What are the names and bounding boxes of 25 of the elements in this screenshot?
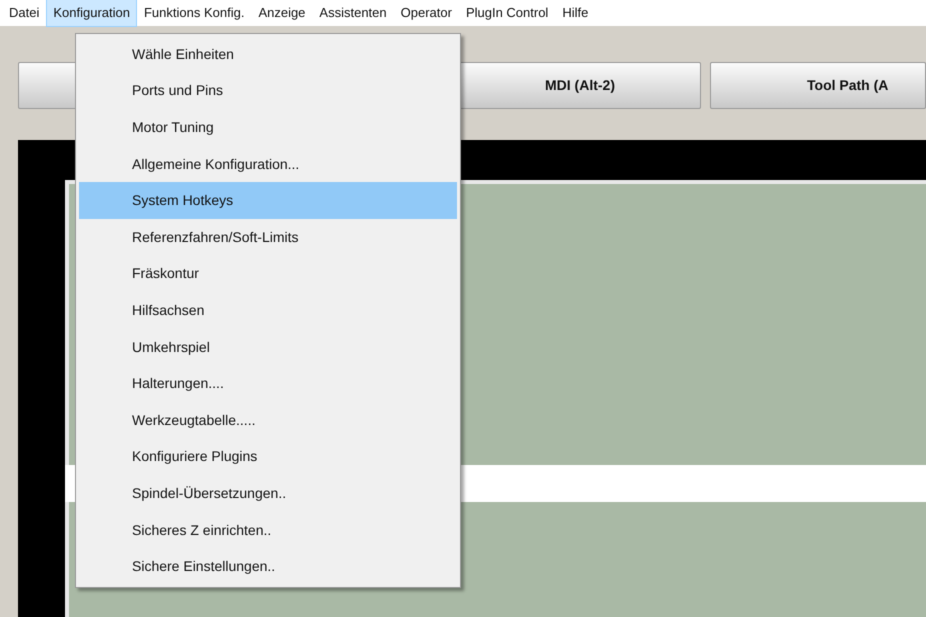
menu-item[interactable]: Hilfe <box>555 0 596 27</box>
menu-item[interactable]: Assistenten <box>312 0 394 27</box>
menu-item[interactable]: System Hotkeys <box>79 182 457 219</box>
menu-item[interactable]: Referenzfahren/Soft-Limits <box>79 218 457 256</box>
menu-item[interactable]: PlugIn Control <box>458 0 556 27</box>
tab-button[interactable]: MDI (Alt-2) <box>459 62 701 109</box>
menu-item[interactable]: Funktions Konfig. <box>136 0 252 27</box>
menu-item[interactable]: Hilfsachsen <box>79 292 457 329</box>
menu-item[interactable]: Spindel-Übersetzungen.. <box>79 475 457 512</box>
tab-button[interactable]: Tool Path (A <box>710 62 926 109</box>
menu-item[interactable]: Sichere Einstellungen.. <box>79 548 457 585</box>
menu-item[interactable]: Allgemeine Konfiguration... <box>79 146 457 182</box>
menu-item[interactable]: Sicheres Z einrichten.. <box>79 512 457 548</box>
menu-item[interactable]: Operator <box>394 0 459 27</box>
menu-item[interactable]: Motor Tuning <box>79 109 457 146</box>
menu-item[interactable]: Konfiguration <box>46 0 137 27</box>
menu-item[interactable]: Anzeige <box>251 0 312 27</box>
menu-item[interactable]: Ports und Pins <box>79 72 457 110</box>
menu-item[interactable]: Umkehrspiel <box>79 328 457 366</box>
menu-item[interactable]: Halterungen.... <box>79 365 457 402</box>
menu-item[interactable]: Datei <box>2 0 46 27</box>
menu-item[interactable]: Wähle Einheiten <box>79 36 457 73</box>
menu-item[interactable]: Konfiguriere Plugins <box>79 438 457 476</box>
menu-item[interactable]: Fräskontur <box>79 256 457 292</box>
menu-item[interactable]: Werkzeugtabelle..... <box>79 402 457 439</box>
